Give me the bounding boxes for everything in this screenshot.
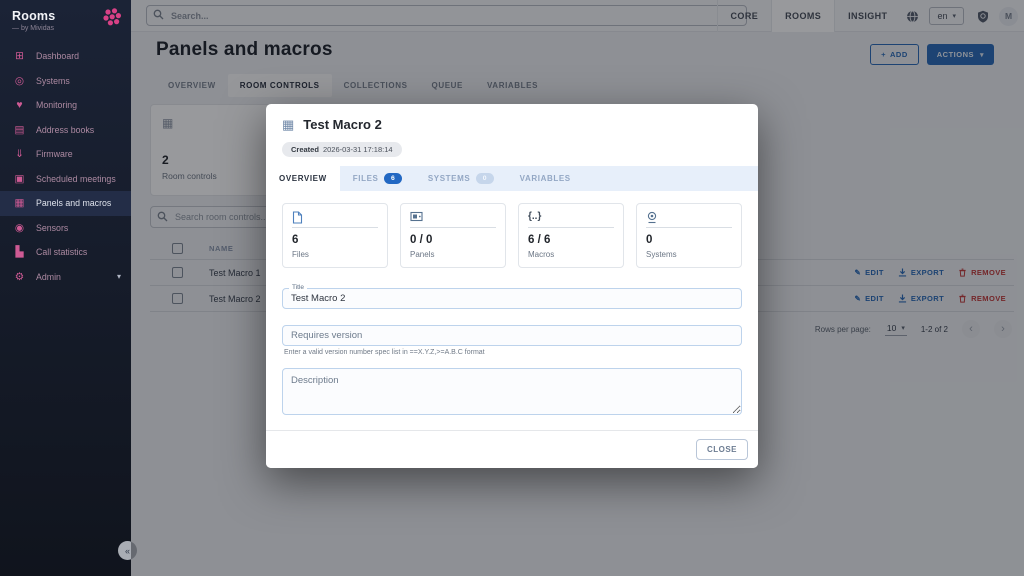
title-field-group: Title (282, 288, 742, 309)
card-label: Macros (528, 250, 614, 259)
sidebar-item-label: Sensors (36, 223, 68, 233)
version-field-group: Enter a valid version number spec list i… (282, 325, 742, 356)
braces-icon: {..} (528, 211, 614, 228)
modal-tabs: OVERVIEW FILES 6 SYSTEMS 0 VARIABLES (266, 166, 758, 191)
created-label: Created (291, 145, 319, 154)
book-icon: ▤ (13, 125, 26, 136)
sidebar-item-label: Firmware (36, 149, 73, 159)
camera-icon (646, 211, 732, 228)
sidebar-item-admin[interactable]: ⚙ Admin ▾ (0, 265, 131, 290)
macros-stat-card: {..} 6 / 6 Macros (518, 203, 624, 268)
macro-details-modal: ▦ Test Macro 2 Created 2026-03-31 17:18:… (266, 104, 758, 468)
dashboard-icon: ⊞ (13, 51, 26, 62)
sidebar-item-label: Systems (36, 76, 70, 86)
sidebar-item-label: Panels and macros (36, 198, 111, 208)
files-count-badge: 6 (384, 173, 401, 184)
title-input[interactable] (282, 288, 742, 309)
systems-count-badge: 0 (476, 173, 493, 184)
sidebar-item-scheduled-meetings[interactable]: ▣ Scheduled meetings (0, 167, 131, 192)
sidebar-item-panels-and-macros[interactable]: ▦ Panels and macros (0, 191, 131, 216)
sidebar-item-label: Scheduled meetings (36, 174, 116, 184)
calendar-icon: ▣ (13, 174, 26, 185)
card-value: 0 (646, 234, 732, 246)
systems-stat-card: 0 Systems (636, 203, 742, 268)
modal-footer: CLOSE (266, 430, 758, 468)
sidebar-item-label: Monitoring (36, 100, 77, 110)
card-value: 6 / 6 (528, 234, 614, 246)
requires-version-input[interactable] (282, 325, 742, 346)
bar-chart-icon: ▙ (13, 247, 26, 258)
modal-tab-overview[interactable]: OVERVIEW (266, 166, 340, 191)
sidebar-item-address-books[interactable]: ▤ Address books (0, 118, 131, 143)
sidebar-item-dashboard[interactable]: ⊞ Dashboard (0, 44, 131, 69)
modal-title: Test Macro 2 (303, 117, 382, 132)
created-timestamp: 2026-03-31 17:18:14 (323, 145, 393, 154)
modal-tab-variables[interactable]: VARIABLES (507, 166, 584, 191)
download-monitor-icon: ⇓ (13, 149, 26, 160)
files-stat-card: 6 Files (282, 203, 388, 268)
created-badge: Created 2026-03-31 17:18:14 (282, 142, 402, 157)
panels-stat-card: 0 / 0 Panels (400, 203, 506, 268)
brand-block: Rooms — by Mividas (0, 0, 131, 44)
gear-icon: ⚙ (13, 272, 26, 283)
tab-label: VARIABLES (520, 174, 571, 183)
modal-stat-cards: 6 Files 0 / 0 Panels {..} 6 / 6 Macros (266, 191, 758, 270)
mividas-logo-icon (101, 7, 123, 29)
modal-tab-files[interactable]: FILES 6 (340, 166, 415, 191)
tab-label: SYSTEMS (428, 174, 470, 183)
card-value: 6 (292, 234, 378, 246)
chevron-down-icon: ▾ (117, 272, 121, 281)
tab-label: FILES (353, 174, 379, 183)
grid-icon: ▦ (282, 118, 294, 131)
modal-header: ▦ Test Macro 2 (266, 104, 758, 139)
version-helper-text: Enter a valid version number spec list i… (284, 349, 740, 356)
document-icon (292, 211, 378, 228)
card-label: Systems (646, 250, 732, 259)
description-field-group (282, 368, 742, 420)
grid-icon: ▦ (13, 198, 26, 209)
sidebar-item-systems[interactable]: ◎ Systems (0, 69, 131, 94)
sidebar-item-label: Address books (36, 125, 94, 135)
sidebar-item-sensors[interactable]: ◉ Sensors (0, 216, 131, 241)
sidebar-item-label: Dashboard (36, 51, 79, 61)
sidebar-item-firmware[interactable]: ⇓ Firmware (0, 142, 131, 167)
sidebar-item-call-statistics[interactable]: ▙ Call statistics (0, 240, 131, 265)
heart-icon: ♥ (13, 100, 26, 111)
card-label: Panels (410, 250, 496, 259)
sidebar-item-label: Call statistics (36, 247, 87, 257)
panel-icon (410, 211, 496, 228)
sidebar-item-label: Admin (36, 272, 61, 282)
sidebar-item-monitoring[interactable]: ♥ Monitoring (0, 93, 131, 118)
card-label: Files (292, 250, 378, 259)
sidebar: Rooms — by Mividas ⊞ Dashboard ◎ Systems… (0, 0, 131, 576)
camera-icon: ◎ (13, 76, 26, 87)
modal-tab-systems[interactable]: SYSTEMS 0 (415, 166, 507, 191)
description-textarea[interactable] (282, 368, 742, 415)
sensor-icon: ◉ (13, 223, 26, 234)
title-field-label: Title (289, 284, 307, 291)
close-button[interactable]: CLOSE (696, 439, 748, 460)
tab-label: OVERVIEW (279, 174, 327, 183)
modal-form: Title Enter a valid version number spec … (266, 270, 758, 451)
card-value: 0 / 0 (410, 234, 496, 246)
